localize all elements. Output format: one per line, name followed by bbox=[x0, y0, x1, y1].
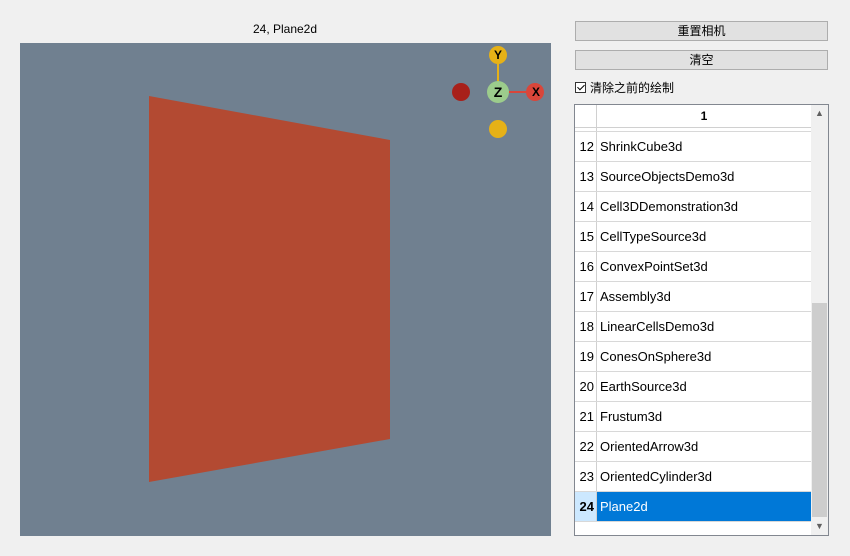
row-demo-name[interactable]: ConvexPointSet3d bbox=[597, 252, 811, 281]
grid-rows: 11Planes3d12ShrinkCube3d13SourceObjectsD… bbox=[575, 105, 811, 522]
row-demo-name[interactable]: SourceObjectsDemo3d bbox=[597, 162, 811, 191]
row-number[interactable]: 18 bbox=[575, 312, 597, 341]
table-row[interactable]: 13 SourceObjectsDemo3d bbox=[575, 162, 811, 192]
row-number[interactable]: 13 bbox=[575, 162, 597, 191]
row-demo-name[interactable]: Plane2d bbox=[597, 492, 811, 521]
row-demo-name[interactable]: OrientedCylinder3d bbox=[597, 462, 811, 491]
row-number[interactable]: 24 bbox=[575, 492, 597, 521]
scrollbar-thumb[interactable] bbox=[812, 303, 827, 517]
reset-camera-button[interactable]: 重置相机 bbox=[575, 21, 828, 41]
scroll-up-icon[interactable]: ▲ bbox=[811, 105, 828, 122]
neg-x-axis-dot bbox=[452, 83, 470, 101]
row-number[interactable]: 16 bbox=[575, 252, 597, 281]
demo-list-grid[interactable]: 11Planes3d12ShrinkCube3d13SourceObjectsD… bbox=[574, 104, 829, 536]
table-row[interactable]: 19 ConesOnSphere3d bbox=[575, 342, 811, 372]
row-number[interactable]: 22 bbox=[575, 432, 597, 461]
row-demo-name[interactable]: OrientedArrow3d bbox=[597, 432, 811, 461]
row-demo-name[interactable]: Cell3DDemonstration3d bbox=[597, 192, 811, 221]
row-demo-name[interactable]: LinearCellsDemo3d bbox=[597, 312, 811, 341]
vertical-scrollbar[interactable]: ▲ ▼ bbox=[811, 105, 828, 535]
clear-previous-checkbox[interactable] bbox=[575, 81, 586, 93]
table-row[interactable]: 12 ShrinkCube3d bbox=[575, 132, 811, 162]
column-header[interactable]: 1 bbox=[597, 105, 811, 127]
y-axis-label: Y bbox=[494, 48, 502, 62]
row-number[interactable]: 17 bbox=[575, 282, 597, 311]
table-row[interactable]: 17 Assembly3d bbox=[575, 282, 811, 312]
table-row[interactable]: 21 Frustum3d bbox=[575, 402, 811, 432]
row-demo-name[interactable]: ConesOnSphere3d bbox=[597, 342, 811, 371]
row-number[interactable]: 14 bbox=[575, 192, 597, 221]
table-row[interactable]: 22 OrientedArrow3d bbox=[575, 432, 811, 462]
viewport-title: 24, Plane2d bbox=[252, 22, 318, 36]
plane-surface bbox=[149, 96, 390, 482]
grid-corner-cell bbox=[575, 105, 597, 127]
neg-y-axis-dot bbox=[489, 120, 507, 138]
clear-previous-checkbox-row[interactable]: 清除之前的绘制 bbox=[575, 79, 674, 95]
clear-button[interactable]: 清空 bbox=[575, 50, 828, 70]
row-number[interactable]: 19 bbox=[575, 342, 597, 371]
row-number[interactable]: 15 bbox=[575, 222, 597, 251]
table-row[interactable]: 24 Plane2d bbox=[575, 492, 811, 522]
table-row[interactable]: 16 ConvexPointSet3d bbox=[575, 252, 811, 282]
row-number[interactable]: 23 bbox=[575, 462, 597, 491]
table-row[interactable]: 23 OrientedCylinder3d bbox=[575, 462, 811, 492]
scroll-down-icon[interactable]: ▼ bbox=[811, 518, 828, 535]
table-row[interactable]: 20 EarthSource3d bbox=[575, 372, 811, 402]
row-demo-name[interactable]: CellTypeSource3d bbox=[597, 222, 811, 251]
table-row[interactable]: 14 Cell3DDemonstration3d bbox=[575, 192, 811, 222]
render-viewport[interactable]: Y X Z bbox=[20, 43, 551, 536]
row-demo-name[interactable]: ShrinkCube3d bbox=[597, 132, 811, 161]
scene-canvas: Y X Z bbox=[149, 46, 544, 482]
row-number[interactable]: 20 bbox=[575, 372, 597, 401]
row-demo-name[interactable]: EarthSource3d bbox=[597, 372, 811, 401]
row-demo-name[interactable]: Frustum3d bbox=[597, 402, 811, 431]
clear-previous-label: 清除之前的绘制 bbox=[590, 80, 675, 95]
row-number[interactable]: 21 bbox=[575, 402, 597, 431]
row-demo-name[interactable]: Assembly3d bbox=[597, 282, 811, 311]
table-row[interactable]: 18 LinearCellsDemo3d bbox=[575, 312, 811, 342]
z-axis-label: Z bbox=[494, 84, 503, 100]
orientation-axes-widget[interactable]: Y X Z bbox=[452, 46, 544, 138]
table-row[interactable]: 15 CellTypeSource3d bbox=[575, 222, 811, 252]
x-axis-label: X bbox=[532, 85, 540, 99]
row-number[interactable]: 12 bbox=[575, 132, 597, 161]
grid-header: 1 bbox=[575, 105, 811, 128]
